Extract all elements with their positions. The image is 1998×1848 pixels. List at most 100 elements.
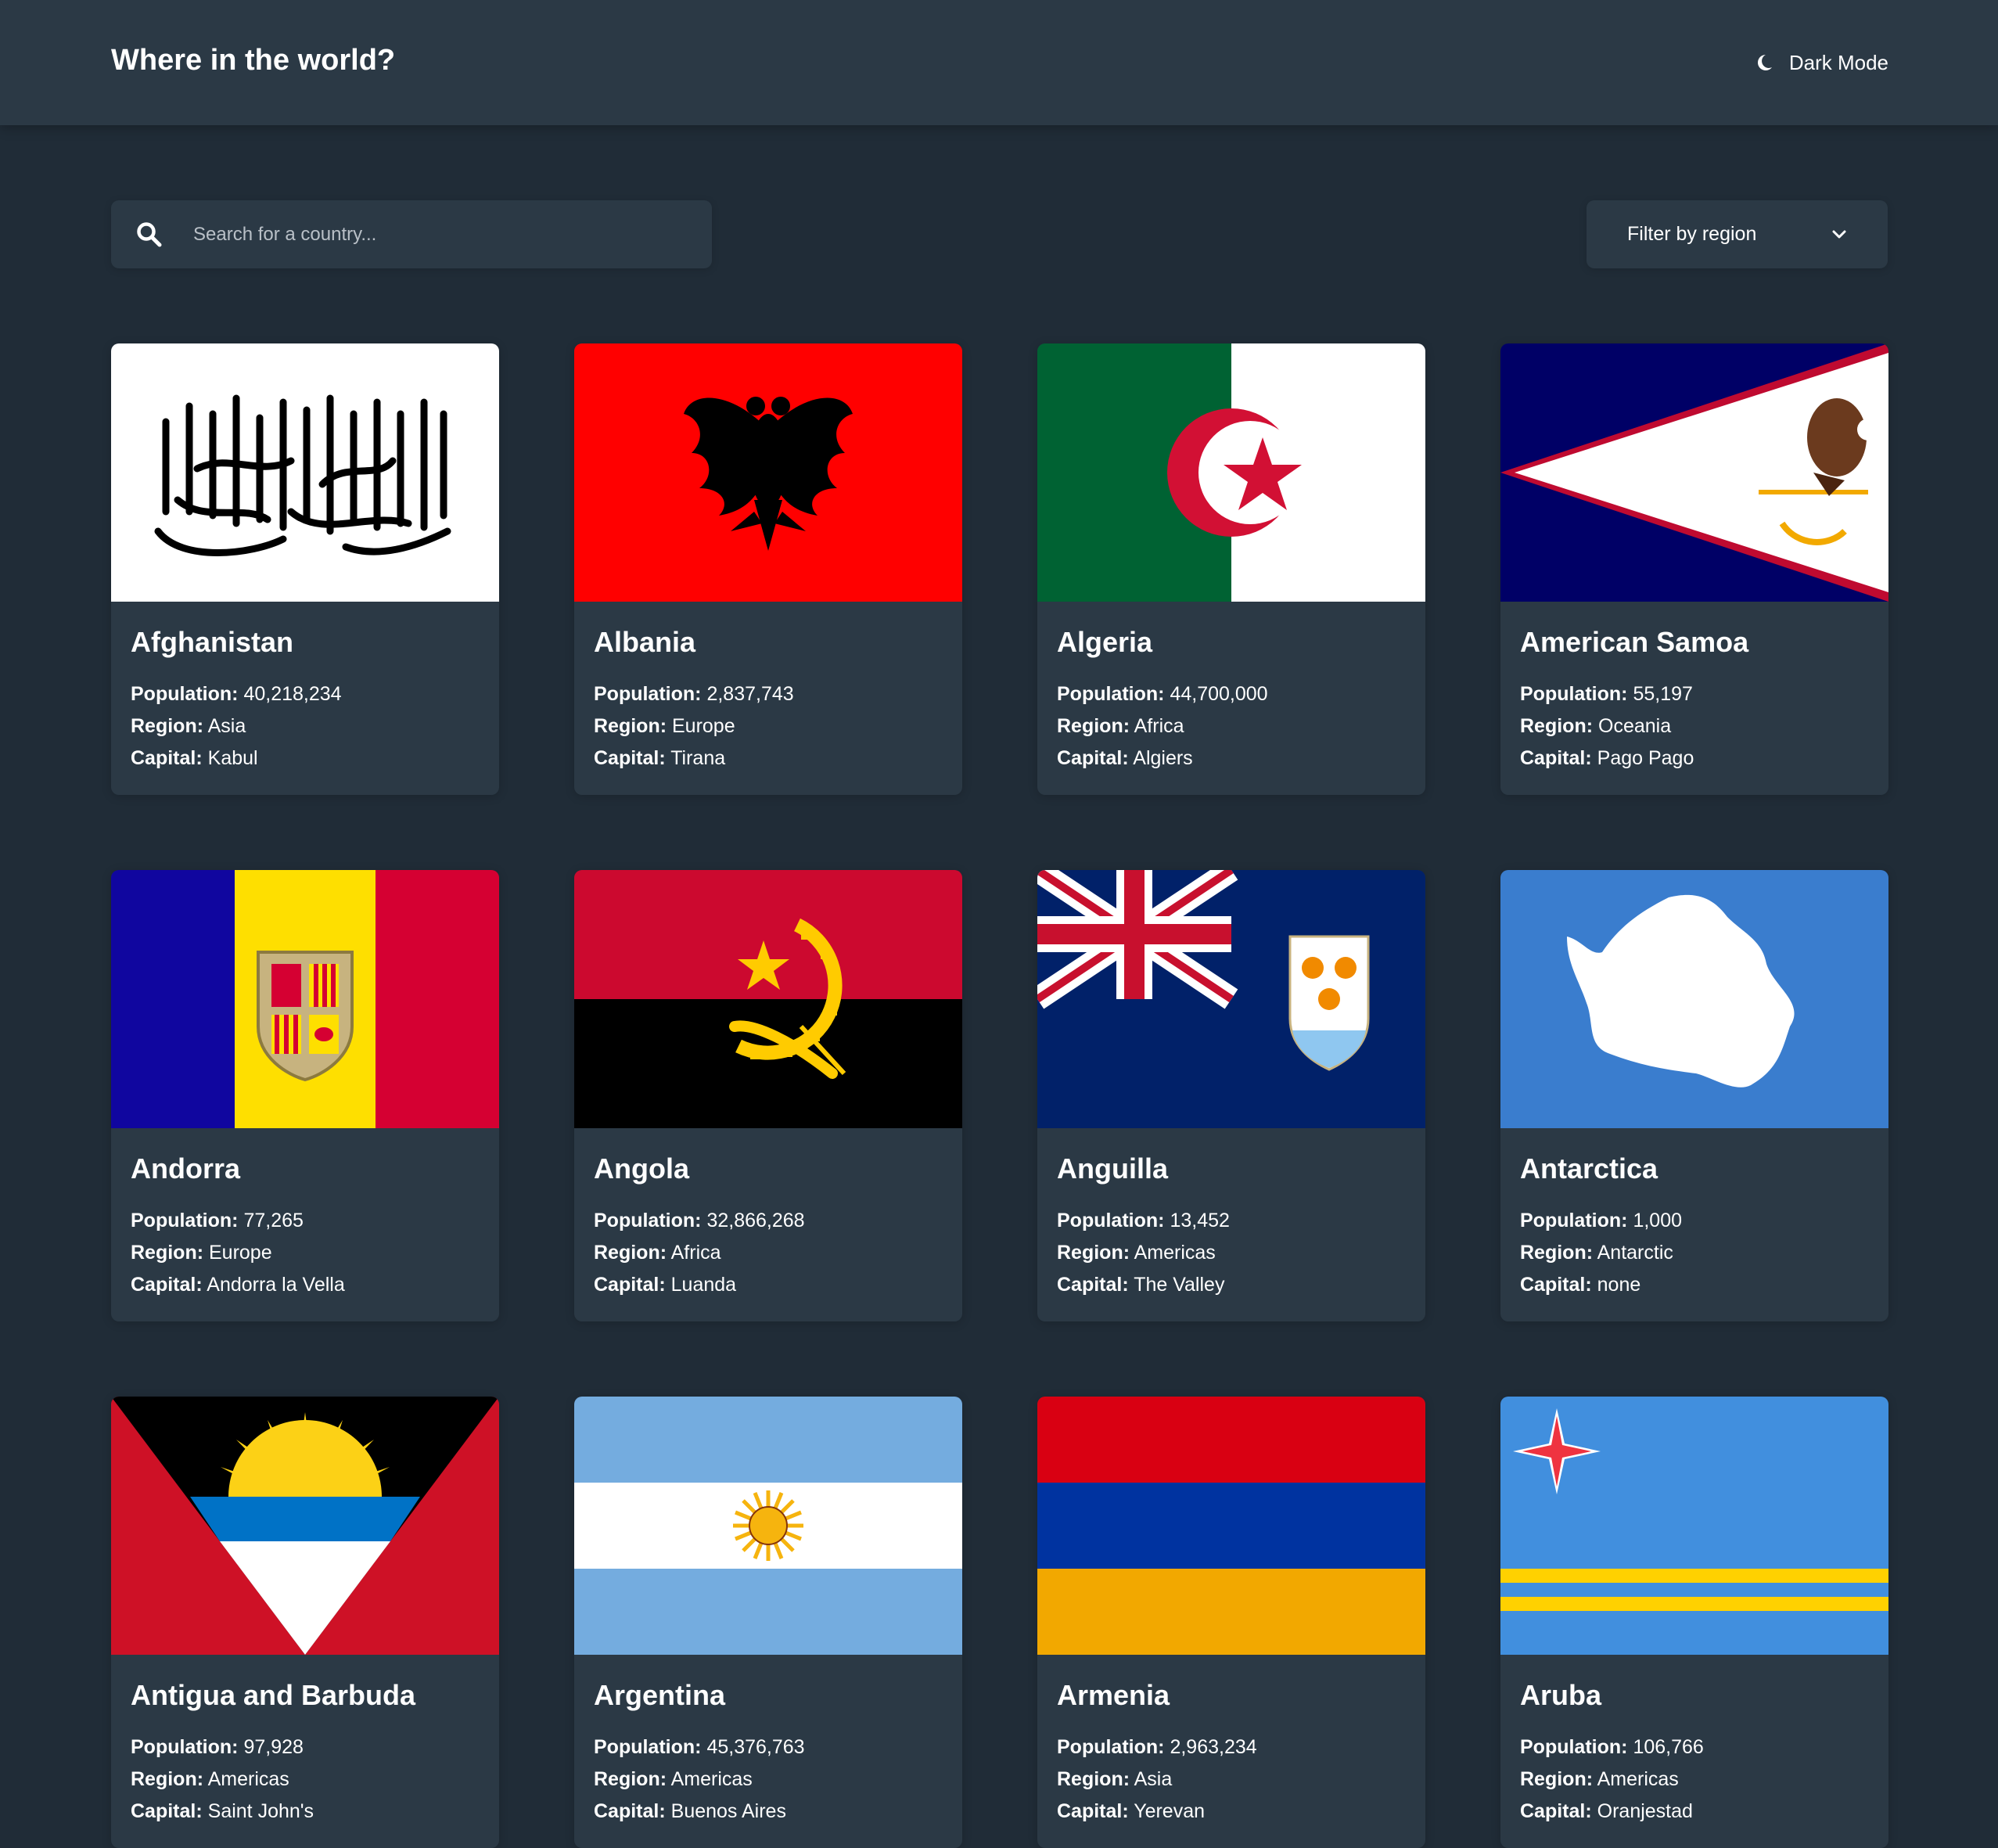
population-label: Population: <box>594 1209 702 1231</box>
population-stat: Population: 40,218,234 <box>131 678 480 710</box>
population-stat: Population: 13,452 <box>1057 1205 1406 1237</box>
region-value: Africa <box>1134 714 1184 737</box>
population-value: 77,265 <box>243 1209 304 1231</box>
region-label: Region: <box>594 1767 667 1790</box>
search-icon <box>137 221 162 246</box>
population-label: Population: <box>1057 682 1165 705</box>
algeria-flag <box>1037 343 1425 602</box>
app-title: Where in the world? <box>111 44 396 77</box>
country-card[interactable]: Angola Population: 32,866,268 Region: Af… <box>574 870 962 1321</box>
capital-label: Capital: <box>1057 1273 1129 1296</box>
capital-value: none <box>1597 1273 1641 1296</box>
moon-icon <box>1757 55 1772 70</box>
country-card[interactable]: American Samoa Population: 55,197 Region… <box>1500 343 1888 795</box>
capital-stat: Capital: Buenos Aires <box>594 1796 943 1828</box>
afghanistan-flag <box>111 343 499 602</box>
country-name: Antarctica <box>1520 1152 1658 1185</box>
antarctica-flag <box>1500 870 1888 1128</box>
population-value: 13,452 <box>1170 1209 1230 1231</box>
population-value: 97,928 <box>243 1735 304 1758</box>
capital-value: Saint John's <box>207 1799 314 1822</box>
country-card[interactable]: Albania Population: 2,837,743 Region: Eu… <box>574 343 962 795</box>
capital-stat: Capital: Oranjestad <box>1520 1796 1869 1828</box>
capital-label: Capital: <box>594 1273 666 1296</box>
capital-stat: Capital: Kabul <box>131 742 480 775</box>
country-name: Andorra <box>131 1152 241 1185</box>
country-card[interactable]: Anguilla Population: 13,452 Region: Amer… <box>1037 870 1425 1321</box>
region-filter-dropdown[interactable]: Filter by region <box>1587 200 1888 268</box>
capital-stat: Capital: Pago Pago <box>1520 742 1869 775</box>
population-stat: Population: 77,265 <box>131 1205 480 1237</box>
capital-value: Algiers <box>1133 746 1193 769</box>
country-name: Antigua and Barbuda <box>131 1679 416 1711</box>
population-label: Population: <box>1057 1209 1165 1231</box>
population-label: Population: <box>1520 1735 1628 1758</box>
population-stat: Population: 32,866,268 <box>594 1205 943 1237</box>
population-stat: Population: 97,928 <box>131 1731 480 1764</box>
country-card[interactable]: Andorra Population: 77,265 Region: Europ… <box>111 870 499 1321</box>
country-card[interactable]: Armenia Population: 2,963,234 Region: As… <box>1037 1397 1425 1848</box>
country-card[interactable]: Aruba Population: 106,766 Region: Americ… <box>1500 1397 1888 1848</box>
region-filter-label: Filter by region <box>1627 223 1757 245</box>
country-card[interactable]: Afghanistan Population: 40,218,234 Regio… <box>111 343 499 795</box>
app-header: Where in the world? Dark Mode <box>0 0 1998 125</box>
search-input[interactable] <box>192 200 712 269</box>
region-value: Europe <box>209 1241 272 1264</box>
capital-label: Capital: <box>1057 1799 1129 1822</box>
capital-value: The Valley <box>1134 1273 1225 1296</box>
population-stat: Population: 2,837,743 <box>594 678 943 710</box>
capital-stat: Capital: The Valley <box>1057 1269 1406 1301</box>
region-label: Region: <box>1057 1767 1130 1790</box>
antigua-flag <box>111 1397 499 1655</box>
country-name: Angola <box>594 1152 689 1185</box>
population-label: Population: <box>1057 1735 1165 1758</box>
region-label: Region: <box>131 714 204 737</box>
capital-value: Buenos Aires <box>670 1799 786 1822</box>
region-stat: Region: Africa <box>1057 710 1406 742</box>
country-name: Anguilla <box>1057 1152 1168 1185</box>
capital-label: Capital: <box>1057 746 1129 769</box>
capital-label: Capital: <box>131 1799 203 1822</box>
armenia-flag <box>1037 1397 1425 1655</box>
country-name: Algeria <box>1057 626 1153 658</box>
country-name: Albania <box>594 626 696 658</box>
population-value: 32,866,268 <box>706 1209 805 1231</box>
region-value: Americas <box>1134 1241 1216 1264</box>
country-card[interactable]: Antarctica Population: 1,000 Region: Ant… <box>1500 870 1888 1321</box>
capital-value: Yerevan <box>1134 1799 1206 1822</box>
population-value: 40,218,234 <box>243 682 342 705</box>
andorra-flag <box>111 870 499 1128</box>
region-stat: Region: Europe <box>594 710 943 742</box>
region-stat: Region: Asia <box>1057 1764 1406 1796</box>
population-label: Population: <box>131 1735 239 1758</box>
capital-stat: Capital: Yerevan <box>1057 1796 1406 1828</box>
country-name: Aruba <box>1520 1679 1602 1711</box>
population-value: 1,000 <box>1633 1209 1682 1231</box>
region-value: Americas <box>670 1767 753 1790</box>
capital-value: Kabul <box>207 746 258 769</box>
population-label: Population: <box>131 1209 239 1231</box>
country-card[interactable]: Antigua and Barbuda Population: 97,928 R… <box>111 1397 499 1848</box>
region-label: Region: <box>594 714 667 737</box>
population-label: Population: <box>594 682 702 705</box>
region-stat: Region: Americas <box>594 1764 943 1796</box>
theme-toggle-button[interactable]: Dark Mode <box>1755 47 1888 78</box>
capital-label: Capital: <box>594 746 666 769</box>
country-card[interactable]: Argentina Population: 45,376,763 Region:… <box>574 1397 962 1848</box>
region-value: Americas <box>1597 1767 1679 1790</box>
country-card[interactable]: Algeria Population: 44,700,000 Region: A… <box>1037 343 1425 795</box>
population-value: 2,837,743 <box>706 682 794 705</box>
region-stat: Region: Americas <box>1520 1764 1869 1796</box>
region-stat: Region: Antarctic <box>1520 1237 1869 1269</box>
american-samoa-flag <box>1500 343 1888 602</box>
population-value: 44,700,000 <box>1170 682 1268 705</box>
region-label: Region: <box>1520 1241 1594 1264</box>
population-stat: Population: 106,766 <box>1520 1731 1869 1764</box>
region-value: Americas <box>207 1767 289 1790</box>
search-bar <box>111 200 712 269</box>
region-label: Region: <box>594 1241 667 1264</box>
region-value: Europe <box>672 714 735 737</box>
region-label: Region: <box>1520 714 1594 737</box>
aruba-flag <box>1500 1397 1888 1655</box>
chevron-down-icon <box>1832 230 1846 238</box>
